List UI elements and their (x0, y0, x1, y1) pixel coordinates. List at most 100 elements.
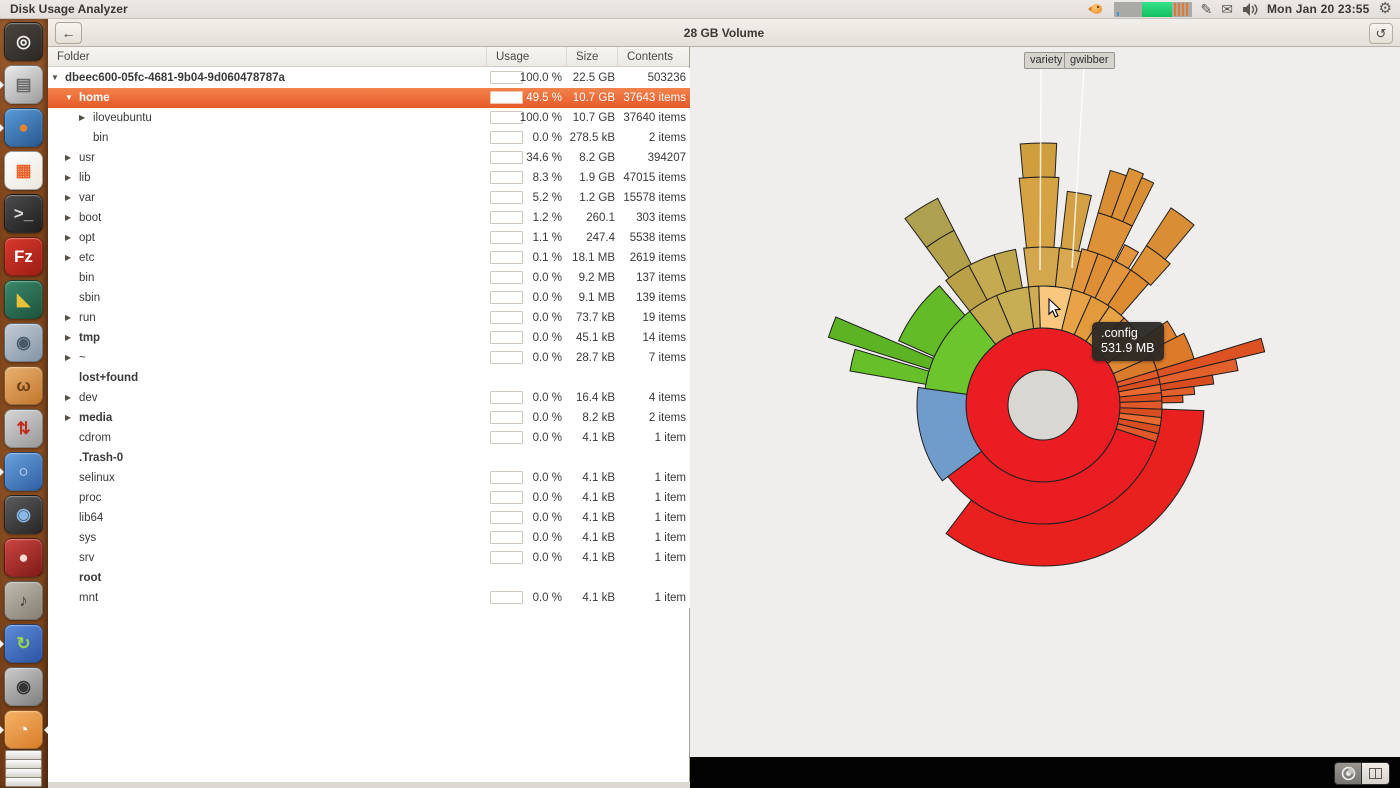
dock-item-music-converter[interactable]: ↻ (4, 624, 43, 663)
tree-row-run[interactable]: ▶run0.0 %73.7 kB19 items (48, 308, 690, 328)
clock-indicator[interactable]: Mon Jan 20 23:55 (1267, 2, 1370, 16)
tree-row-var[interactable]: ▶var5.2 %1.2 GB15578 items (48, 188, 690, 208)
treemap-chart-toggle-button[interactable] (1362, 762, 1390, 785)
tree-row-lib64[interactable]: lib640.0 %4.1 kB1 item (48, 508, 690, 528)
column-header-usage[interactable]: Usage (486, 47, 566, 67)
dock-item-dash-home[interactable]: ◎ (4, 22, 43, 61)
expander-closed-icon[interactable]: ▶ (65, 328, 71, 348)
dock-item-physics-app[interactable]: ◉ (4, 495, 43, 534)
dock-item-lion-figurine[interactable]: ω (4, 366, 43, 405)
dock-item-notes-app[interactable]: ♪ (4, 581, 43, 620)
column-header-contents[interactable]: Contents (617, 47, 690, 67)
tree-row-selinux[interactable]: selinux0.0 %4.1 kB1 item (48, 468, 690, 488)
dock-item-disk-usage-analyzer[interactable]: ◔ (4, 710, 43, 749)
keyboard-pencil-indicator-icon[interactable]: ✎ (1201, 2, 1213, 16)
expander-closed-icon[interactable]: ▶ (65, 348, 71, 368)
rings-chart[interactable] (690, 47, 1400, 757)
dock-item-filezilla[interactable]: Fz (4, 237, 43, 276)
tree-row-~[interactable]: ▶~0.0 %28.7 kB7 items (48, 348, 690, 368)
dock-item-owl-figurine[interactable]: ◉ (4, 323, 43, 362)
menubar-app-name[interactable]: Disk Usage Analyzer (0, 2, 128, 16)
dock-item-firefox[interactable]: ● (4, 108, 43, 147)
folder-size: 9.2 MB (566, 268, 615, 288)
folder-name: root (79, 568, 101, 588)
chart-segment[interactable] (1019, 177, 1059, 248)
tree-row-sbin[interactable]: sbin0.0 %9.1 MB139 items (48, 288, 690, 308)
tree-row-iloveubuntu[interactable]: ▶iloveubuntu100.0 %10.7 GB37640 items (48, 108, 690, 128)
tree-row-srv[interactable]: srv0.0 %4.1 kB1 item (48, 548, 690, 568)
expander-closed-icon[interactable]: ▶ (65, 228, 71, 248)
folder-size: 22.5 GB (566, 68, 615, 88)
folder-name: dev (79, 388, 98, 408)
expander-open-icon[interactable]: ▼ (51, 68, 59, 88)
expander-open-icon[interactable]: ▼ (65, 88, 73, 108)
dock-item-transfer-tool[interactable]: ⇅ (4, 409, 43, 448)
tree-row-cdrom[interactable]: cdrom0.0 %4.1 kB1 item (48, 428, 690, 448)
expander-closed-icon[interactable]: ▶ (65, 408, 71, 428)
folder-contents: 5538 items (617, 228, 686, 248)
tree-row-dbeec600-05fc-4681-9b04-9d060478787a[interactable]: ▼dbeec600-05fc-4681-9b04-9d060478787a100… (48, 68, 690, 88)
expander-closed-icon[interactable]: ▶ (65, 208, 71, 228)
tree-row-proc[interactable]: proc0.0 %4.1 kB1 item (48, 488, 690, 508)
expander-closed-icon[interactable]: ▶ (65, 188, 71, 208)
dock-item-terminal[interactable]: >_ (4, 194, 43, 233)
tree-row-bin[interactable]: bin0.0 %9.2 MB137 items (48, 268, 690, 288)
column-header-folder[interactable]: Folder (48, 47, 486, 67)
usage-percent: 0.0 % (486, 268, 562, 288)
chart-hub[interactable] (1008, 370, 1078, 440)
dock-item-software-center[interactable]: ▦ (4, 151, 43, 190)
dock-item-web-app[interactable]: ○ (4, 452, 43, 491)
window-toolbar: ← 28 GB Volume ↺ (48, 19, 1400, 47)
tree-row-opt[interactable]: ▶opt1.1 %247.4 MB5538 items (48, 228, 690, 248)
dock-item-audio-player[interactable]: ◉ (4, 667, 43, 706)
chart-segment[interactable] (1024, 247, 1060, 287)
tree-row-etc[interactable]: ▶etc0.1 %18.1 MB2619 items (48, 248, 690, 268)
tree-row-root[interactable]: root (48, 568, 690, 588)
system-monitor-indicator[interactable] (1114, 2, 1192, 17)
expander-closed-icon[interactable]: ▶ (65, 248, 71, 268)
rings-chart-toggle-button[interactable] (1334, 762, 1362, 785)
tree-row-lib[interactable]: ▶lib8.3 %1.9 GB47015 items (48, 168, 690, 188)
expander-closed-icon[interactable]: ▶ (65, 388, 71, 408)
audio-player-icon: ◉ (16, 678, 31, 695)
tree-row-sys[interactable]: sys0.0 %4.1 kB1 item (48, 528, 690, 548)
chart-segment[interactable] (1162, 395, 1183, 403)
session-gear-icon[interactable]: ⚙ (1379, 2, 1392, 16)
rescan-button[interactable]: ↺ (1369, 23, 1393, 44)
expander-closed-icon[interactable]: ▶ (79, 108, 85, 128)
folder-contents: 1 item (617, 468, 686, 488)
folder-name: srv (79, 548, 94, 568)
dock-item-cherry-app[interactable]: ● (4, 538, 43, 577)
tree-row-home[interactable]: ▼home49.5 %10.7 GB37643 items (48, 88, 690, 108)
usage-percent: 0.0 % (486, 388, 562, 408)
tree-row-bin[interactable]: bin0.0 %278.5 kB2 items (48, 128, 690, 148)
chart-segment[interactable] (1020, 143, 1057, 178)
expander-closed-icon[interactable]: ▶ (65, 148, 71, 168)
tree-row-usr[interactable]: ▶usr34.6 %8.2 GB394207 items (48, 148, 690, 168)
tree-row-boot[interactable]: ▶boot1.2 %260.1 MB303 items (48, 208, 690, 228)
tree-row-dev[interactable]: ▶dev0.0 %16.4 kB4 items (48, 388, 690, 408)
transfer-tool-icon: ⇅ (16, 420, 30, 437)
sysmon-cpu-bar (1178, 3, 1180, 16)
dock-item-file-manager[interactable]: ▤ (4, 65, 43, 104)
column-header-size[interactable]: Size (566, 47, 617, 67)
messages-envelope-icon[interactable]: ✉ (1221, 2, 1233, 16)
indicator-area: ✎ ✉ Mon Jan 20 23:55 ⚙ (1088, 0, 1400, 18)
dock-stacked-window[interactable] (5, 777, 42, 787)
folder-size: 10.7 GB (566, 108, 615, 128)
folder-contents: 1 item (617, 428, 686, 448)
dock-item-image-editor[interactable]: ◣ (4, 280, 43, 319)
folder-name: media (79, 408, 112, 428)
file-manager-icon: ▤ (15, 76, 31, 93)
expander-closed-icon[interactable]: ▶ (65, 168, 71, 188)
expander-closed-icon[interactable]: ▶ (65, 308, 71, 328)
sound-indicator-icon[interactable] (1242, 3, 1258, 16)
tree-row-tmp[interactable]: ▶tmp0.0 %45.1 kB14 items (48, 328, 690, 348)
tree-row-mnt[interactable]: mnt0.0 %4.1 kB1 item (48, 588, 690, 608)
tree-row-lost+found[interactable]: lost+found (48, 368, 690, 388)
tree-row-media[interactable]: ▶media0.0 %8.2 kB2 items (48, 408, 690, 428)
tree-row-.Trash-0[interactable]: .Trash-0 (48, 448, 690, 468)
fish-indicator-icon[interactable] (1088, 3, 1105, 15)
rings-chart-panel[interactable]: variety gwibber .config 531.9 MB (690, 47, 1400, 757)
folder-size: 10.7 GB (566, 88, 615, 108)
